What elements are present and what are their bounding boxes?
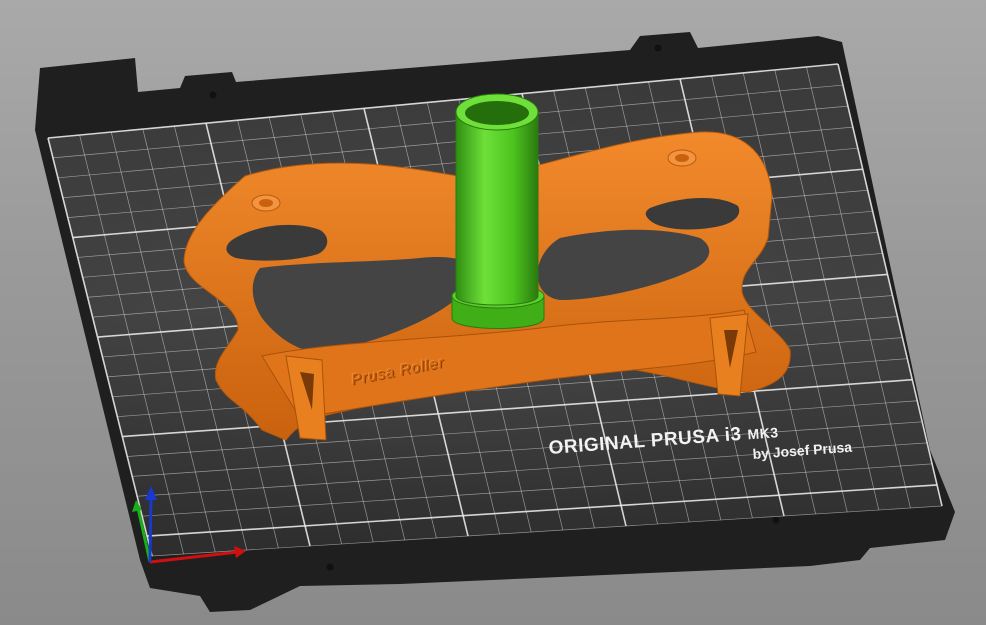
mount-hole <box>654 44 662 52</box>
tube-body <box>455 111 539 306</box>
mount-hole <box>326 563 334 571</box>
bed-model: MK3 <box>746 424 780 443</box>
axis-z-line <box>148 495 153 563</box>
frame-boss <box>675 154 689 162</box>
spool-tube-part[interactable] <box>451 93 545 329</box>
mount-hole <box>772 516 780 524</box>
tube-opening <box>465 101 529 125</box>
3d-viewport[interactable]: Prusa Roller ORIGINAL PRUSA i3 MK3 by Jos… <box>0 0 986 625</box>
frame-boss <box>259 199 273 207</box>
mount-hole <box>209 91 217 99</box>
print-bed-scene[interactable] <box>0 0 986 625</box>
